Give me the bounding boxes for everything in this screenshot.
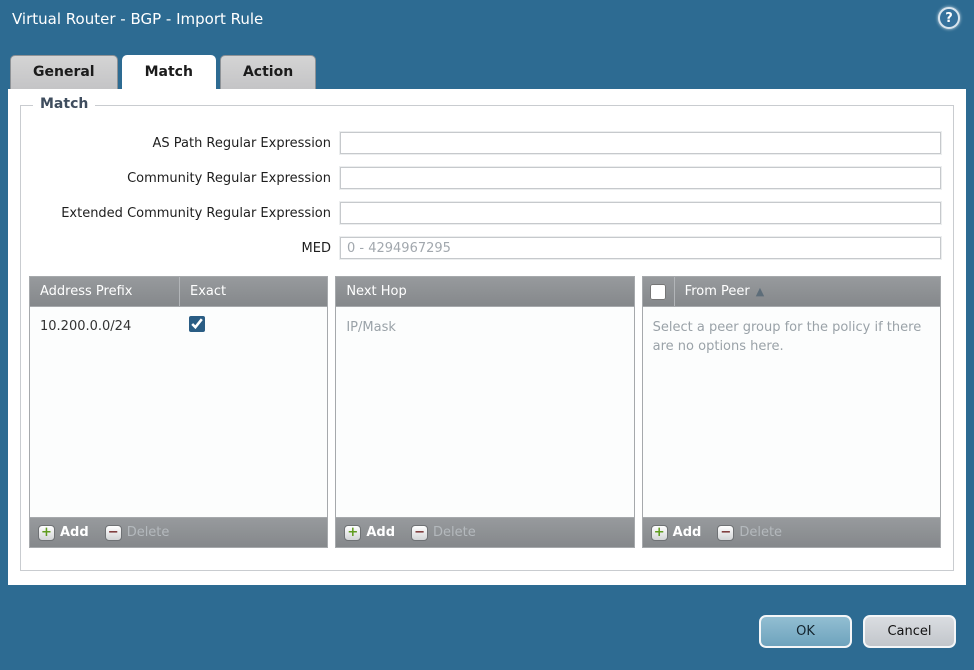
delete-label: Delete — [433, 525, 476, 540]
community-label: Community Regular Expression — [25, 171, 340, 186]
add-address-prefix-button[interactable]: + Add — [38, 525, 89, 541]
next-hop-footer: + Add − Delete — [336, 517, 633, 547]
as-path-input[interactable] — [340, 132, 941, 154]
extended-community-label: Extended Community Regular Expression — [25, 206, 340, 221]
dialog-footer: OK Cancel — [759, 615, 956, 648]
address-prefix-body: 10.200.0.0/24 — [30, 307, 327, 517]
community-input[interactable] — [340, 167, 941, 189]
med-label: MED — [25, 241, 340, 256]
match-form: AS Path Regular Expression Community Reg… — [21, 106, 953, 259]
add-next-hop-button[interactable]: + Add — [344, 525, 395, 541]
select-all-cell — [643, 284, 674, 300]
plus-icon: + — [651, 525, 668, 541]
address-prefix-cell[interactable]: 10.200.0.0/24 — [30, 319, 180, 334]
from-peer-empty-text: Select a peer group for the policy if th… — [643, 307, 940, 369]
add-from-peer-button[interactable]: + Add — [651, 525, 702, 541]
exact-cell — [180, 316, 205, 336]
from-peer-panel: From Peer ▲ Select a peer group for the p… — [642, 276, 941, 548]
delete-next-hop-button[interactable]: − Delete — [411, 525, 476, 541]
delete-address-prefix-button[interactable]: − Delete — [105, 525, 170, 541]
address-prefix-header: Address Prefix Exact — [30, 277, 327, 307]
from-peer-column-label: From Peer — [685, 284, 750, 299]
match-fieldset: Match AS Path Regular Expression Communi… — [20, 105, 954, 571]
tab-bar: General Match Action — [10, 55, 316, 89]
table-row[interactable]: 10.200.0.0/24 — [30, 307, 327, 336]
dialog-title: Virtual Router - BGP - Import Rule — [0, 0, 974, 38]
ok-button[interactable]: OK — [759, 615, 852, 648]
form-row-as-path: AS Path Regular Expression — [25, 132, 941, 154]
med-input[interactable] — [340, 237, 941, 259]
add-label: Add — [673, 525, 702, 540]
plus-icon: + — [38, 525, 55, 541]
match-fieldset-legend: Match — [33, 96, 95, 112]
extended-community-input[interactable] — [340, 202, 941, 224]
next-hop-column-header: Next Hop — [336, 284, 416, 299]
select-all-checkbox[interactable] — [650, 284, 666, 300]
exact-checkbox[interactable] — [189, 316, 205, 332]
delete-label: Delete — [739, 525, 782, 540]
match-tab-content: Match AS Path Regular Expression Communi… — [8, 89, 966, 585]
next-hop-panel: Next Hop IP/Mask + Add − Delete — [335, 276, 634, 548]
tab-general[interactable]: General — [10, 55, 118, 89]
delete-from-peer-button[interactable]: − Delete — [717, 525, 782, 541]
address-prefix-footer: + Add − Delete — [30, 517, 327, 547]
from-peer-footer: + Add − Delete — [643, 517, 940, 547]
next-hop-placeholder: IP/Mask — [336, 307, 633, 350]
delete-label: Delete — [127, 525, 170, 540]
form-row-med: MED — [25, 237, 941, 259]
next-hop-header: Next Hop — [336, 277, 633, 307]
form-row-extended-community: Extended Community Regular Expression — [25, 202, 941, 224]
from-peer-body: Select a peer group for the policy if th… — [643, 307, 940, 517]
as-path-label: AS Path Regular Expression — [25, 136, 340, 151]
tab-match[interactable]: Match — [122, 55, 216, 89]
sort-ascending-icon: ▲ — [756, 285, 764, 298]
minus-icon: − — [411, 525, 428, 541]
tab-action[interactable]: Action — [220, 55, 316, 89]
add-label: Add — [366, 525, 395, 540]
cancel-button[interactable]: Cancel — [863, 615, 956, 648]
add-label: Add — [60, 525, 89, 540]
from-peer-column-header[interactable]: From Peer ▲ — [675, 284, 775, 299]
minus-icon: − — [717, 525, 734, 541]
help-icon[interactable]: ? — [938, 7, 960, 29]
exact-column-header: Exact — [180, 284, 236, 299]
match-panels: Address Prefix Exact 10.200.0.0/24 + — [29, 276, 941, 548]
minus-icon: − — [105, 525, 122, 541]
from-peer-header: From Peer ▲ — [643, 277, 940, 307]
next-hop-body: IP/Mask — [336, 307, 633, 517]
address-prefix-column-header: Address Prefix — [30, 284, 179, 299]
form-row-community: Community Regular Expression — [25, 167, 941, 189]
plus-icon: + — [344, 525, 361, 541]
address-prefix-panel: Address Prefix Exact 10.200.0.0/24 + — [29, 276, 328, 548]
